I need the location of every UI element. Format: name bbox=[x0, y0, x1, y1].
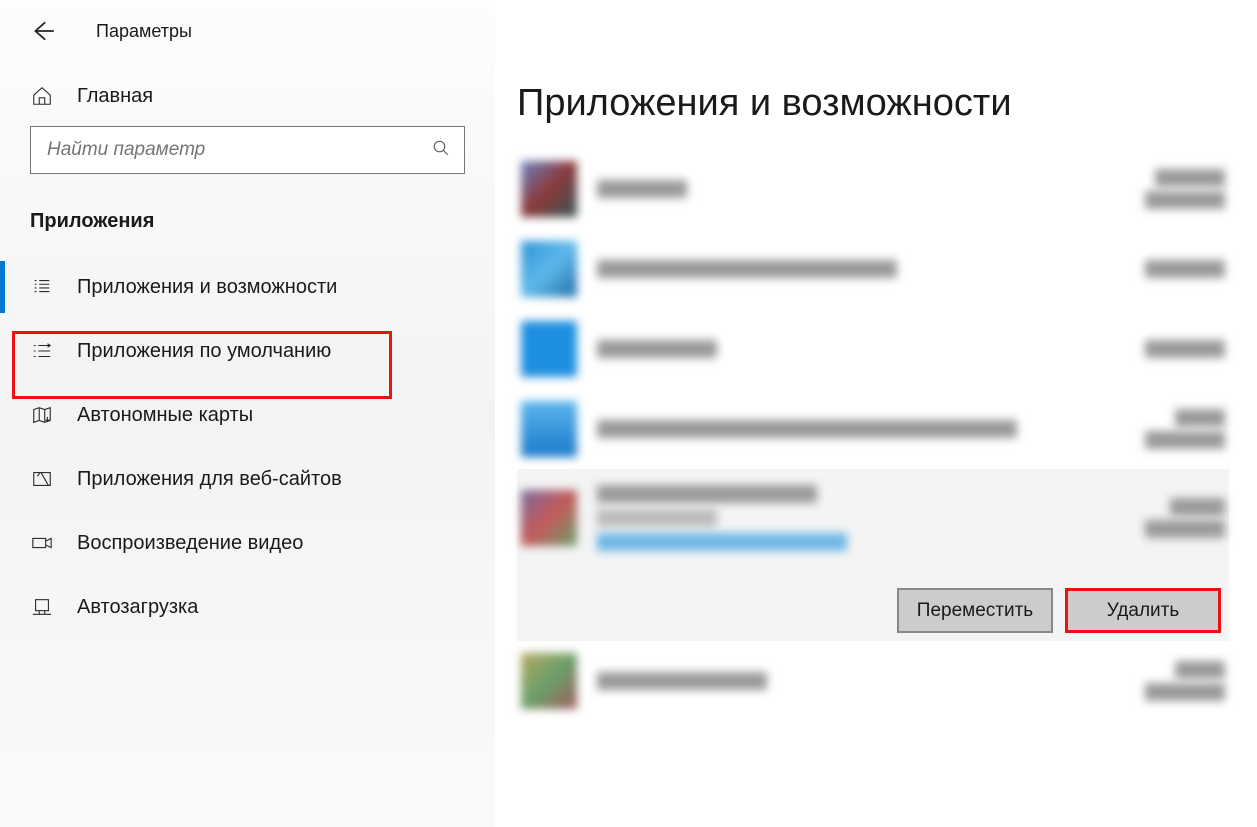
video-icon bbox=[30, 531, 54, 555]
sidebar-item-label: Воспроизведение видео bbox=[77, 532, 303, 555]
app-icon bbox=[521, 401, 577, 457]
app-row[interactable] bbox=[517, 309, 1229, 389]
app-actions: Переместить Удалить bbox=[897, 588, 1221, 633]
map-icon bbox=[30, 403, 54, 427]
app-meta-obscured bbox=[1145, 260, 1225, 278]
search-icon bbox=[432, 139, 450, 162]
sidebar-item-label: Приложения и возможности bbox=[77, 276, 337, 299]
app-row[interactable] bbox=[517, 229, 1229, 309]
back-button[interactable] bbox=[30, 18, 56, 44]
home-icon bbox=[30, 84, 54, 108]
sidebar-item-apps-websites[interactable]: Приложения для веб-сайтов bbox=[0, 447, 495, 511]
startup-icon bbox=[30, 595, 54, 619]
search-input[interactable] bbox=[45, 138, 432, 162]
app-icon bbox=[521, 241, 577, 297]
app-meta-obscured bbox=[1145, 169, 1225, 209]
home-label: Главная bbox=[77, 85, 153, 108]
list-icon bbox=[30, 275, 54, 299]
sidebar: Параметры Главная Приложения Приложения … bbox=[0, 0, 495, 827]
settings-window: Параметры Главная Приложения Приложения … bbox=[0, 0, 1257, 827]
sidebar-item-startup[interactable]: Автозагрузка bbox=[0, 575, 495, 639]
app-icon bbox=[521, 653, 577, 709]
app-meta-obscured bbox=[1145, 340, 1225, 358]
app-name-obscured bbox=[597, 485, 1145, 551]
section-label-apps: Приложения bbox=[0, 192, 495, 255]
page-title: Приложения и возможности bbox=[517, 82, 1229, 125]
app-meta-obscured bbox=[1145, 498, 1225, 538]
move-button[interactable]: Переместить bbox=[897, 588, 1053, 633]
app-name-obscured bbox=[597, 420, 1145, 438]
uninstall-button[interactable]: Удалить bbox=[1065, 588, 1221, 633]
sidebar-item-label: Автономные карты bbox=[77, 404, 253, 427]
sidebar-item-label: Автозагрузка bbox=[77, 596, 198, 619]
sidebar-item-label: Приложения для веб-сайтов bbox=[77, 468, 342, 491]
sidebar-item-default-apps[interactable]: Приложения по умолчанию bbox=[0, 319, 495, 383]
app-name-obscured bbox=[597, 340, 1145, 358]
sidebar-item-offline-maps[interactable]: Автономные карты bbox=[0, 383, 495, 447]
sidebar-item-label: Приложения по умолчанию bbox=[77, 340, 331, 363]
window-title: Параметры bbox=[96, 21, 192, 42]
app-meta-obscured bbox=[1145, 661, 1225, 701]
search-box[interactable] bbox=[30, 126, 465, 174]
app-meta-obscured bbox=[1145, 409, 1225, 449]
app-row-selected[interactable]: Переместить Удалить bbox=[517, 469, 1229, 641]
home-nav[interactable]: Главная bbox=[0, 70, 495, 126]
sidebar-item-video-playback[interactable]: Воспроизведение видео bbox=[0, 511, 495, 575]
defaults-icon bbox=[30, 339, 54, 363]
app-name-obscured bbox=[597, 180, 1145, 198]
app-row[interactable] bbox=[517, 149, 1229, 229]
app-name-obscured bbox=[597, 260, 1145, 278]
sidebar-item-apps-features[interactable]: Приложения и возможности bbox=[0, 255, 495, 319]
app-name-obscured bbox=[597, 672, 1145, 690]
main-panel: Приложения и возможности bbox=[495, 0, 1257, 827]
app-icon bbox=[521, 490, 577, 546]
app-icon bbox=[521, 321, 577, 377]
app-icon bbox=[521, 161, 577, 217]
app-row[interactable] bbox=[517, 389, 1229, 469]
header-bar: Параметры bbox=[0, 18, 495, 70]
app-row[interactable] bbox=[517, 641, 1229, 721]
websites-icon bbox=[30, 467, 54, 491]
